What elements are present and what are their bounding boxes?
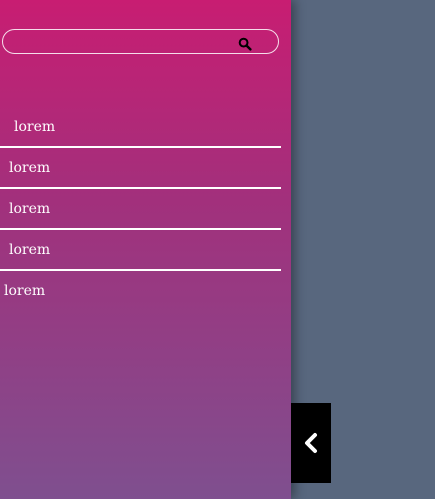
- search-input[interactable]: [13, 33, 237, 52]
- menu-item-label: lorem: [9, 201, 51, 217]
- search-icon[interactable]: [238, 36, 252, 51]
- page: lorem lorem lorem lorem lorem: [0, 0, 435, 499]
- menu-item-label: lorem: [14, 119, 56, 135]
- menu-item[interactable]: lorem: [0, 107, 281, 148]
- menu-item-label: lorem: [9, 242, 51, 258]
- chevron-left-icon: [305, 433, 317, 453]
- menu-item[interactable]: lorem: [0, 148, 281, 189]
- menu-item[interactable]: lorem: [0, 189, 281, 230]
- sidebar-toggle-button[interactable]: [291, 403, 331, 483]
- sidebar-menu: lorem lorem lorem lorem lorem: [0, 107, 281, 312]
- menu-item-label: lorem: [9, 160, 51, 176]
- search-bar: [2, 29, 279, 54]
- menu-item-label: lorem: [4, 283, 46, 299]
- sidebar: lorem lorem lorem lorem lorem: [0, 0, 291, 499]
- menu-item[interactable]: lorem: [0, 230, 281, 271]
- menu-item[interactable]: lorem: [0, 271, 281, 312]
